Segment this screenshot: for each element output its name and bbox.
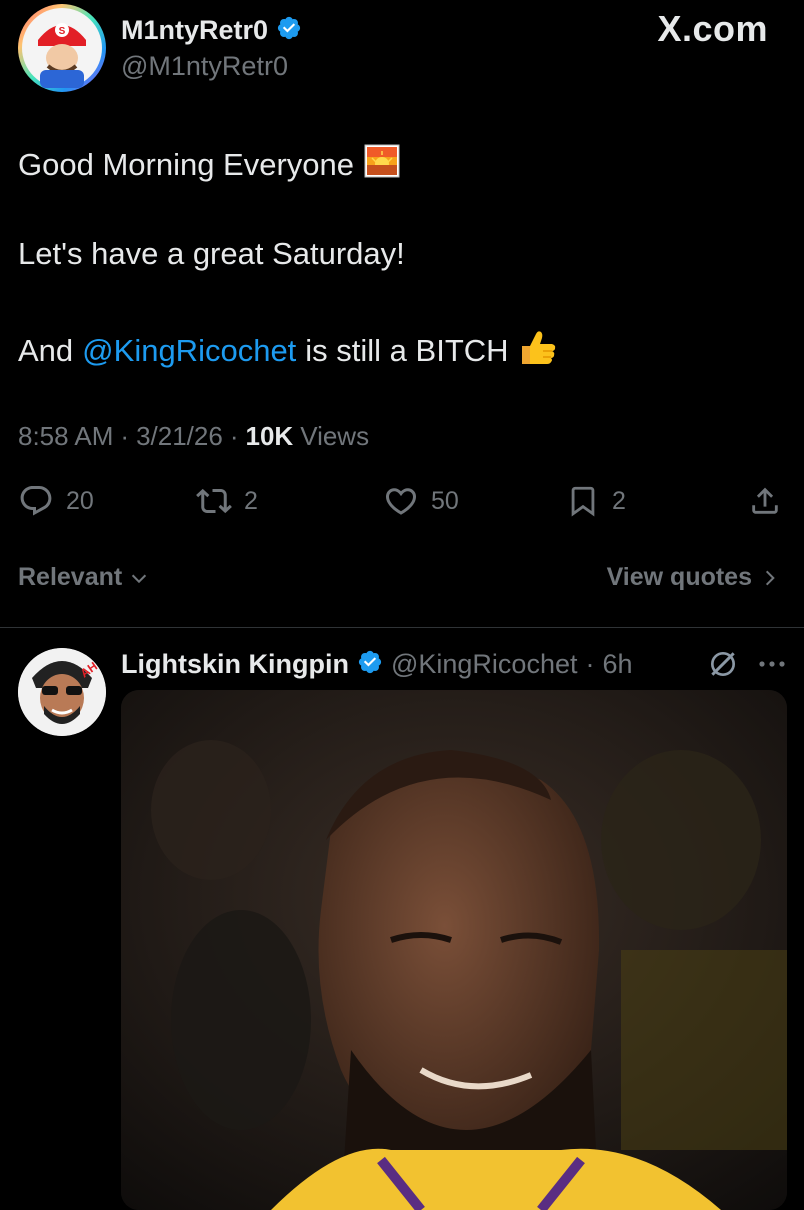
- sunrise-emoji-icon: [364, 144, 400, 186]
- repost-button[interactable]: 2: [196, 483, 258, 519]
- like-count: 50: [431, 486, 459, 515]
- share-icon: [748, 483, 782, 519]
- tweet-date[interactable]: 3/21/26: [136, 420, 223, 452]
- view-quotes-label: View quotes: [606, 563, 752, 591]
- thumbs-up-emoji-icon: [518, 328, 558, 374]
- tweet-meta: 8:58 AM · 3/21/26 · 10K Views: [18, 420, 369, 452]
- brand-text: X.com: [657, 8, 768, 49]
- tweet-text-1: Good Morning Everyone: [18, 147, 355, 182]
- reply-media-image[interactable]: [121, 690, 787, 1210]
- heart-icon: [383, 483, 419, 519]
- share-button[interactable]: [748, 483, 782, 519]
- reply-icon: [18, 483, 54, 519]
- author-avatar[interactable]: S: [18, 4, 106, 92]
- reply-header: Lightskin Kingpin @KingRicochet · 6h: [121, 646, 633, 682]
- view-quotes-link[interactable]: View quotes: [607, 563, 780, 592]
- chevron-down-icon: [128, 567, 150, 589]
- verified-badge-icon: [357, 649, 383, 680]
- brand-label: X.com: [657, 8, 768, 50]
- chevron-right-icon: [760, 567, 780, 589]
- tweet-time[interactable]: 8:58 AM: [18, 420, 113, 452]
- reply-author-name[interactable]: Lightskin Kingpin: [121, 649, 349, 680]
- meta-separator: ·: [229, 421, 239, 451]
- author-name[interactable]: M1ntyRetr0: [121, 15, 268, 46]
- tweet-text-3-suffix: is still a BITCH: [305, 333, 509, 368]
- repost-icon: [196, 483, 232, 519]
- grok-icon[interactable]: [707, 648, 739, 680]
- meta-separator: ·: [120, 421, 130, 451]
- reply-separator: ·: [585, 648, 595, 679]
- reply-count: 20: [66, 486, 94, 515]
- section-divider: [0, 627, 804, 628]
- verified-badge-icon: [276, 15, 302, 46]
- tweet-line-1: Good Morning Everyone: [18, 144, 400, 186]
- reply-button[interactable]: 20: [18, 483, 94, 519]
- reply-handle[interactable]: @KingRicochet: [391, 649, 578, 680]
- sort-dropdown[interactable]: Relevant: [18, 563, 150, 592]
- tweet-line-3: And @KingRicochet is still a BITCH: [18, 328, 558, 374]
- mention-link[interactable]: @KingRicochet: [82, 333, 296, 369]
- like-button[interactable]: 50: [383, 483, 459, 519]
- views-label: Views: [300, 421, 370, 451]
- author-handle[interactable]: @M1ntyRetr0: [121, 50, 288, 82]
- reply-time[interactable]: 6h: [602, 649, 632, 680]
- sort-label: Relevant: [18, 563, 123, 591]
- more-options-icon[interactable]: [756, 654, 788, 674]
- bookmark-icon: [566, 483, 600, 519]
- tweet-text-2: Let's have a great Saturday!: [18, 236, 405, 271]
- tweet-text-3-prefix: And: [18, 333, 74, 368]
- bookmark-count: 2: [612, 486, 626, 515]
- svg-text:S: S: [59, 26, 66, 37]
- repost-count: 2: [244, 486, 258, 515]
- views-count[interactable]: 10K: [246, 420, 294, 452]
- bookmark-button[interactable]: 2: [566, 483, 626, 519]
- reply-avatar[interactable]: AH: [18, 648, 106, 736]
